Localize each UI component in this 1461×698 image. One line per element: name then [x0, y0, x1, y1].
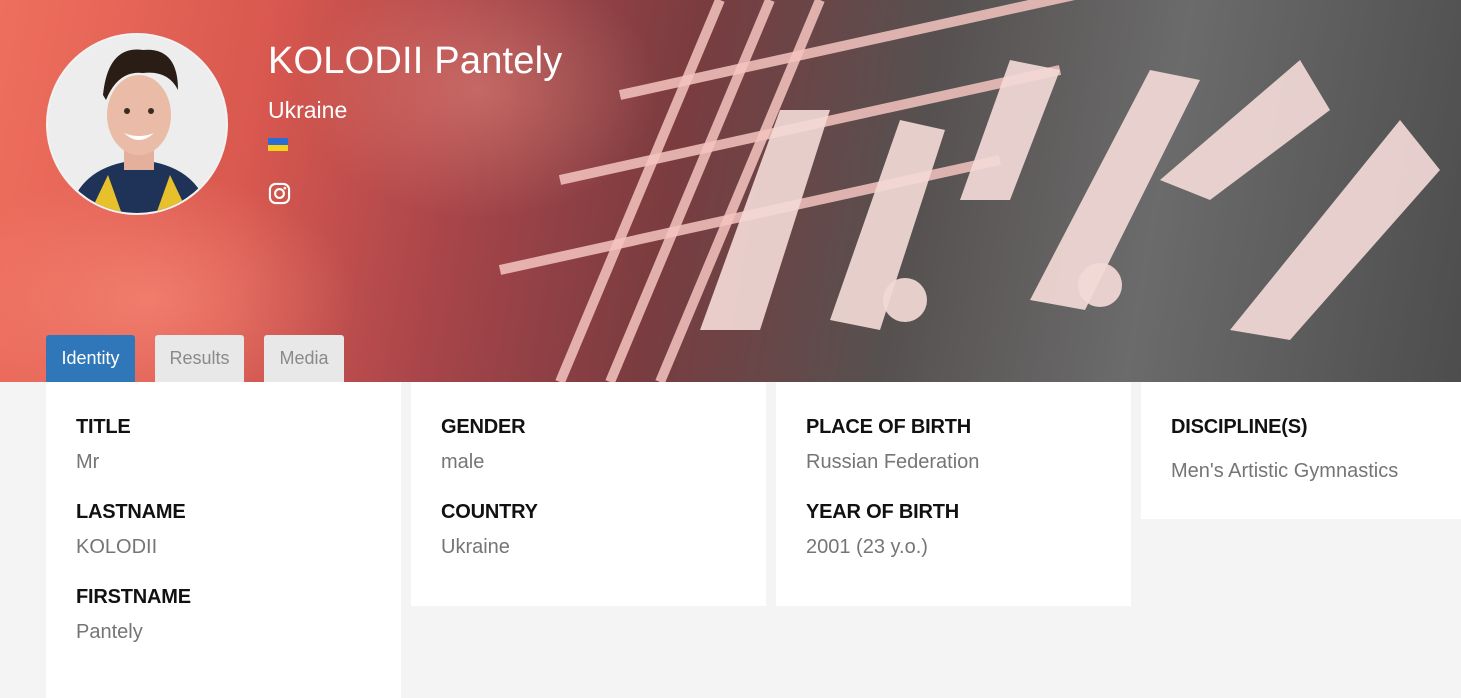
field-label: PLACE OF BIRTH	[806, 416, 971, 438]
athlete-avatar	[46, 33, 228, 215]
identity-card-disciplines: DISCIPLINE(S) Men's Artistic Gymnastics	[1141, 382, 1461, 519]
field-value: Russian Federation	[806, 451, 980, 473]
field-label: COUNTRY	[441, 501, 538, 523]
athlete-country: Ukraine	[268, 97, 348, 123]
field-title: TITLE Mr	[76, 415, 371, 474]
field-label: LASTNAME	[76, 501, 186, 523]
field-label: TITLE	[76, 416, 131, 438]
field-label: DISCIPLINE(S)	[1171, 416, 1308, 438]
field-value: Ukraine	[441, 536, 510, 558]
field-disciplines: DISCIPLINE(S) Men's Artistic Gymnastics	[1171, 415, 1431, 483]
tab-media[interactable]: Media	[264, 335, 344, 382]
field-place-of-birth: PLACE OF BIRTH Russian Federation	[806, 415, 1101, 474]
tab-identity[interactable]: Identity	[46, 335, 135, 382]
ukraine-flag-icon	[268, 138, 288, 151]
athlete-name: KOLODII Pantely	[268, 40, 563, 82]
field-value: male	[441, 451, 485, 473]
instagram-icon[interactable]	[268, 182, 291, 205]
field-value: Men's Artistic Gymnastics	[1171, 460, 1399, 482]
identity-card-birth: PLACE OF BIRTH Russian Federation YEAR O…	[776, 382, 1131, 606]
identity-card-personal: TITLE Mr LASTNAME KOLODII FIRSTNAME Pant…	[46, 382, 401, 698]
field-lastname: LASTNAME KOLODII	[76, 500, 371, 559]
field-value: Mr	[76, 451, 100, 473]
field-firstname: FIRSTNAME Pantely	[76, 585, 371, 644]
flag-stripe-yellow	[268, 144, 288, 151]
field-value: KOLODII	[76, 536, 158, 558]
identity-card-gender: GENDER male COUNTRY Ukraine	[411, 382, 766, 606]
field-label: FIRSTNAME	[76, 586, 191, 608]
field-value: 2001 (23 y.o.)	[806, 536, 928, 558]
field-value: Pantely	[76, 621, 143, 643]
field-country: COUNTRY Ukraine	[441, 500, 736, 559]
field-label: YEAR OF BIRTH	[806, 501, 959, 523]
banner-logo-graphic	[498, 0, 1440, 382]
field-year-of-birth: YEAR OF BIRTH 2001 (23 y.o.)	[806, 500, 1101, 559]
profile-banner: KOLODII Pantely Ukraine Identity Results…	[0, 0, 1461, 382]
field-label: GENDER	[441, 416, 526, 438]
tab-results[interactable]: Results	[155, 335, 244, 382]
athlete-photo	[48, 35, 226, 213]
field-gender: GENDER male	[441, 415, 736, 474]
